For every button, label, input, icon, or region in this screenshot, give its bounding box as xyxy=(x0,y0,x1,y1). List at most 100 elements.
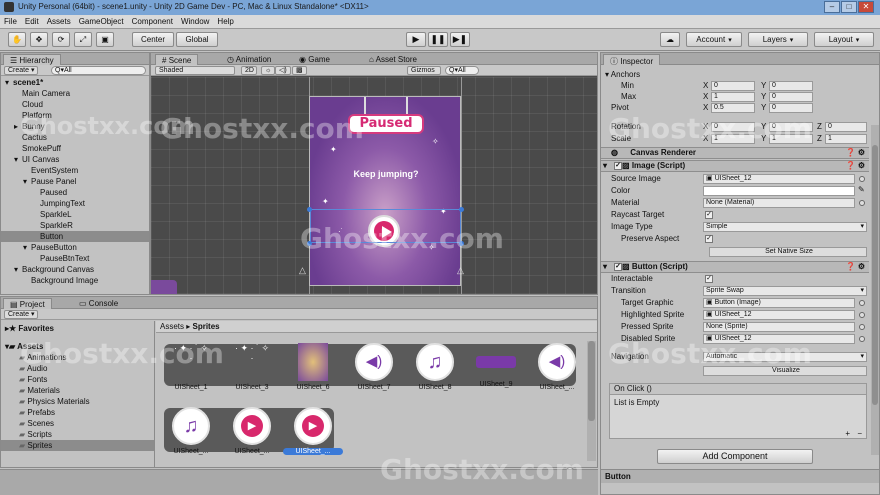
object-picker-icon[interactable] xyxy=(859,312,865,318)
foldout-arrow-icon[interactable]: ▾ xyxy=(5,77,13,88)
menu-gameobject[interactable]: GameObject xyxy=(75,15,128,26)
hierarchy-item[interactable]: JumpingText xyxy=(1,198,149,209)
object-picker-icon[interactable] xyxy=(859,324,865,330)
menu-help[interactable]: Help xyxy=(213,15,237,26)
folder-item[interactable]: ▰ Prefabs xyxy=(1,407,154,418)
scene-search-input[interactable]: Q▾All xyxy=(445,66,479,75)
hierarchy-search-input[interactable]: Q▾All xyxy=(51,66,146,75)
target-graphic-field[interactable]: ▣ Button (Image) xyxy=(703,298,855,308)
object-picker-icon[interactable] xyxy=(859,336,865,342)
menu-file[interactable]: File xyxy=(0,15,21,26)
rect-handle[interactable] xyxy=(307,207,312,212)
hierarchy-item[interactable]: Cloud xyxy=(1,99,149,110)
scale-z-field[interactable]: 1 xyxy=(825,134,867,144)
eyedropper-icon[interactable]: ✎ xyxy=(858,184,865,195)
sprite-asset[interactable]: ▶ UISheet_... xyxy=(283,407,343,455)
asset-scrollbar-thumb[interactable] xyxy=(588,341,595,421)
rotate-tool-icon[interactable]: ⟳ xyxy=(52,32,70,47)
interactable-checkbox[interactable]: ✓ xyxy=(705,275,713,283)
hierarchy-item[interactable]: Background Image xyxy=(1,275,149,286)
hierarchy-item[interactable]: SparkleL xyxy=(1,209,149,220)
preserve-aspect-checkbox[interactable]: ✓ xyxy=(705,235,713,243)
pressed-sprite-field[interactable]: None (Sprite) xyxy=(703,322,855,332)
folder-item[interactable]: ▰ Materials xyxy=(1,385,154,396)
tab-inspector[interactable]: ⓘ Inspector xyxy=(603,54,661,66)
set-native-size-button[interactable]: Set Native Size xyxy=(709,247,867,257)
tab-scene[interactable]: # Scene xyxy=(155,54,199,65)
shading-mode-dropdown[interactable]: Shaded xyxy=(155,66,235,75)
asset-scrollbar[interactable] xyxy=(587,341,596,461)
pause-button[interactable]: ❚❚ xyxy=(428,32,448,47)
foldout-arrow-icon[interactable]: ▾ xyxy=(23,242,31,253)
inspector-scrollbar[interactable] xyxy=(871,125,879,455)
raycast-target-checkbox[interactable]: ✓ xyxy=(705,211,713,219)
sprite-asset[interactable]: ▶ UISheet_... xyxy=(222,407,282,455)
remove-listener-icon[interactable]: − xyxy=(857,429,862,438)
account-dropdown[interactable]: Account xyxy=(686,32,742,47)
folder-item[interactable]: ▰ Scenes xyxy=(1,418,154,429)
close-button[interactable]: ✕ xyxy=(858,1,874,13)
foldout-arrow-icon[interactable]: ▾ xyxy=(23,176,31,187)
folder-item[interactable]: ▰ Physics Materials xyxy=(1,396,154,407)
foldout-icon[interactable]: ▾ xyxy=(603,161,607,170)
tab-hierarchy[interactable]: ☰ Hierarchy xyxy=(3,54,61,65)
image-type-dropdown[interactable]: Simple ▾ xyxy=(703,222,867,232)
tab-asset-store[interactable]: ⌂ Asset Store xyxy=(363,54,423,65)
hierarchy-item[interactable]: Paused xyxy=(1,187,149,198)
hierarchy-item[interactable]: ▾ PauseButton xyxy=(1,242,149,253)
color-field[interactable] xyxy=(703,186,855,196)
cloud-icon[interactable]: ☁ xyxy=(660,32,680,47)
hierarchy-item[interactable]: ▾ scene1* xyxy=(1,77,149,88)
layers-dropdown[interactable]: Layers xyxy=(748,32,808,47)
source-image-field[interactable]: ▣ UISheet_12 xyxy=(703,174,855,184)
tab-console[interactable]: ▭ Console xyxy=(73,298,124,309)
sprite-asset[interactable]: ♫ UISheet_... xyxy=(161,407,221,455)
add-listener-icon[interactable]: + xyxy=(845,429,850,438)
component-settings-icon[interactable]: ❓ ⚙ xyxy=(846,262,865,272)
menu-assets[interactable]: Assets xyxy=(43,15,75,26)
tab-animation[interactable]: ◷ Animation xyxy=(221,54,277,65)
2d-toggle[interactable]: 2D xyxy=(241,66,257,75)
rect-tool-icon[interactable]: ▣ xyxy=(96,32,114,47)
folder-item[interactable]: ▰ Fonts xyxy=(1,374,154,385)
sprite-asset[interactable]: ◀) UISheet_7 xyxy=(344,343,404,391)
move-tool-icon[interactable]: ✥ xyxy=(30,32,48,47)
tab-project[interactable]: ▤ Project xyxy=(3,298,52,309)
anchor-min-x-field[interactable]: 0 xyxy=(711,81,755,91)
folder-item[interactable]: ▰ Scripts xyxy=(1,429,154,440)
anchor-gizmo-icon[interactable]: △ xyxy=(299,265,306,276)
material-field[interactable]: None (Material) xyxy=(703,198,855,208)
pivot-center-button[interactable]: Center xyxy=(132,32,174,47)
hierarchy-item[interactable]: PauseBtnText xyxy=(1,253,149,264)
hierarchy-item[interactable]: Main Camera xyxy=(1,88,149,99)
hierarchy-item[interactable]: EventSystem xyxy=(1,165,149,176)
hierarchy-item[interactable]: SparkleR xyxy=(1,220,149,231)
gizmos-dropdown[interactable]: Gizmos xyxy=(407,66,441,75)
anchor-min-y-field[interactable]: 0 xyxy=(769,81,813,91)
sprite-asset[interactable]: ◀) UISheet_... xyxy=(527,343,587,391)
foldout-arrow-icon[interactable]: ▾ xyxy=(14,154,22,165)
step-button[interactable]: ▶❚ xyxy=(450,32,470,47)
play-button[interactable]: ▶ xyxy=(406,32,426,47)
anchor-gizmo-icon[interactable]: △ xyxy=(457,265,464,276)
add-component-button[interactable]: Add Component xyxy=(657,449,813,464)
canvas-renderer-header[interactable]: ◍ Canvas Renderer ❓ ⚙ xyxy=(601,147,869,159)
object-picker-icon[interactable] xyxy=(859,300,865,306)
project-create-button[interactable]: Create ▾ xyxy=(4,310,39,319)
folder-item[interactable]: ▰ Sprites xyxy=(1,440,154,451)
component-settings-icon[interactable]: ❓ ⚙ xyxy=(846,161,865,171)
scene-viewport[interactable]: Paused ✦ ✧ ✦ ✦ ·˙ ✧ Keep jumping? △ △ xyxy=(151,77,597,294)
object-picker-icon[interactable] xyxy=(859,176,865,182)
component-settings-icon[interactable]: ❓ ⚙ xyxy=(846,148,865,158)
image-enabled-checkbox[interactable]: ✓ xyxy=(614,162,622,170)
hierarchy-item[interactable]: ▾ UI Canvas xyxy=(1,154,149,165)
breadcrumb-sprites[interactable]: Sprites xyxy=(192,322,219,331)
rect-handle[interactable] xyxy=(459,207,464,212)
maximize-button[interactable]: □ xyxy=(841,1,857,13)
sprite-asset[interactable]: UISheet_9 xyxy=(466,343,526,388)
breadcrumb-assets[interactable]: Assets xyxy=(160,322,184,331)
hierarchy-item[interactable]: Button xyxy=(1,231,149,242)
anchors-label[interactable]: ▾ Anchors xyxy=(605,69,640,80)
layout-dropdown[interactable]: Layout xyxy=(814,32,874,47)
menu-window[interactable]: Window xyxy=(177,15,213,26)
